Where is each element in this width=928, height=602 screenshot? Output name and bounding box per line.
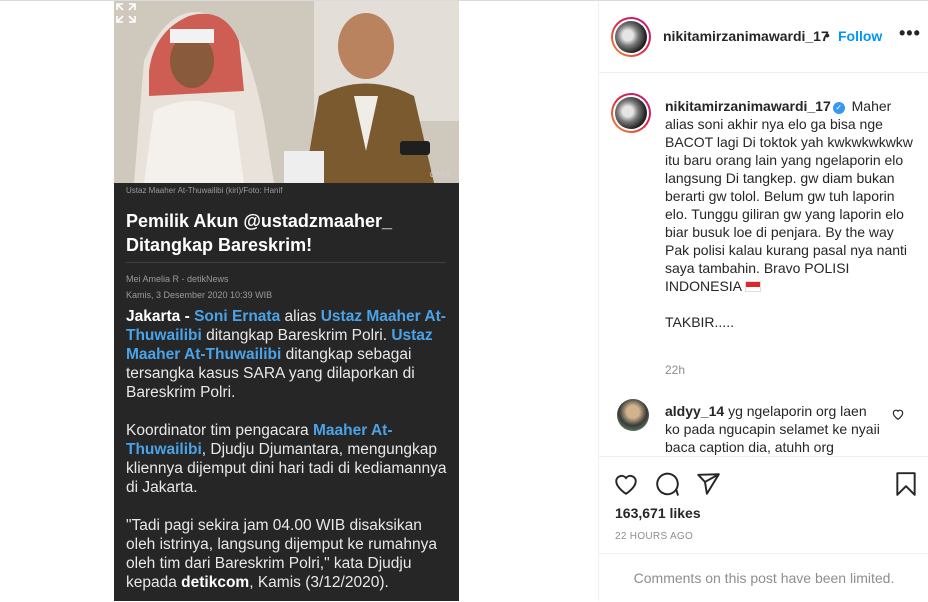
dateline: Jakarta -	[126, 308, 195, 325]
photo-watermark: detik	[429, 169, 451, 180]
avatar-ring	[613, 19, 649, 55]
flag-indonesia-icon	[745, 281, 762, 292]
byline-author: Mei Amelia R - detikNews	[126, 274, 229, 284]
article-paragraph: Koordinator tim pengacara Maaher At-Thuw…	[126, 421, 451, 497]
article-paragraph: "Tadi pagi sekira jam 04.00 WIB disaksik…	[126, 516, 451, 592]
header-username[interactable]: nikitamirzanimawardi_17	[663, 28, 829, 44]
comment-icon[interactable]	[654, 471, 680, 497]
post-timestamp[interactable]: 22 HOURS AGO	[615, 531, 693, 542]
comment-username[interactable]: aldyy_14	[665, 403, 724, 419]
article-text: , Kamis (3/12/2020).	[249, 574, 389, 591]
avatar[interactable]	[611, 17, 651, 57]
caption-username[interactable]: nikitamirzanimawardi_17	[665, 98, 831, 114]
expand-icon[interactable]	[114, 1, 138, 25]
avatar-image	[615, 21, 647, 53]
byline-date: Kamis, 3 Desember 2020 10:39 WIB	[126, 290, 273, 300]
heart-icon[interactable]	[613, 471, 639, 497]
photo-caption: Ustaz Maaher At-Thuwailibi (kiri)/Foto: …	[126, 186, 283, 195]
post-media-area: detik Ustaz Maaher At-Thuwailibi (kiri)/…	[0, 1, 598, 601]
comment-avatar[interactable]	[617, 399, 649, 431]
article-link: Soni Ernata	[194, 308, 281, 325]
comment: aldyy_14 yg ngelaporin org laen ko pada …	[665, 402, 885, 456]
verified-icon: ✓	[832, 102, 845, 114]
article-byline: Mei Amelia R - detikNews Kamis, 3 Desemb…	[126, 271, 272, 303]
post-side-panel: nikitamirzanimawardi_17 • Follow ••• nik…	[598, 1, 928, 601]
post-caption: nikitamirzanimawardi_17 ✓ Maher alias son…	[665, 97, 915, 331]
article-paragraph: Jakarta - Soni Ernata alias Ustaz Maaher…	[126, 307, 451, 402]
avatar-image	[615, 97, 647, 129]
article-headline: Pemilik Akun @ustadzmaaher_ Ditangkap Ba…	[126, 209, 446, 257]
instagram-post-view: detik Ustaz Maaher At-Thuwailibi (kiri)/…	[0, 0, 928, 601]
article-text: alias	[280, 308, 321, 325]
article-brand: detikcom	[181, 574, 250, 591]
article-text: ditangkap Bareskrim Polri.	[201, 327, 392, 344]
likes-count[interactable]: 163,671 likes	[615, 505, 701, 521]
comments-limited-notice: Comments on this post have been limited.	[599, 553, 928, 602]
separator-dot: •	[825, 27, 830, 43]
post-image[interactable]: detik Ustaz Maaher At-Thuwailibi (kiri)/…	[114, 1, 459, 601]
bookmark-icon[interactable]	[893, 471, 919, 497]
caption-text-2: TAKBIR.....	[665, 314, 734, 330]
post-header: nikitamirzanimawardi_17 • Follow •••	[599, 1, 928, 73]
avatar-ring	[613, 95, 649, 131]
caption-avatar[interactable]	[611, 93, 651, 133]
comment-like-heart-icon[interactable]	[891, 407, 905, 421]
share-icon[interactable]	[695, 471, 721, 497]
post-actions: 163,671 likes 22 HOURS AGO Comments on t…	[599, 456, 928, 601]
follow-button[interactable]: Follow	[838, 28, 882, 44]
headline-line-2: Ditangkap Bareskrim!	[126, 235, 313, 255]
article-text: Koordinator tim pengacara	[126, 422, 313, 439]
more-options-button[interactable]: •••	[899, 23, 921, 44]
headline-line-1: Pemilik Akun @ustadzmaaher_	[126, 211, 392, 231]
divider	[126, 262, 446, 263]
news-photo-illustration	[114, 1, 459, 183]
news-photo: detik	[114, 1, 459, 183]
caption-text: Maher alias soni akhir nya elo ga bisa n…	[665, 98, 917, 294]
caption-timestamp[interactable]: 22h	[665, 363, 685, 377]
article-body: Jakarta - Soni Ernata alias Ustaz Maaher…	[126, 307, 451, 601]
